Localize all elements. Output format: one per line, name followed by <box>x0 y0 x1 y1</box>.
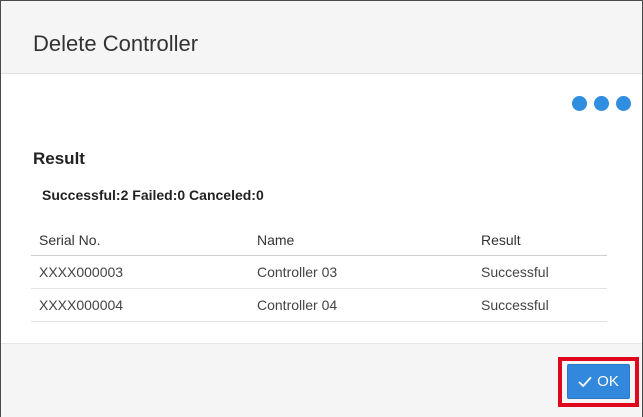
column-header-result: Result <box>473 225 607 256</box>
cell-serial: XXXX000003 <box>31 255 249 289</box>
result-table: Serial No. Name Result XXXX000003 Contro… <box>31 225 607 322</box>
loading-dot <box>594 96 609 111</box>
loading-dots-icon <box>572 96 631 111</box>
delete-controller-dialog: Delete Controller Result Successful:2 Fa… <box>0 0 643 417</box>
result-heading: Result <box>33 149 85 168</box>
dialog-footer <box>1 343 642 417</box>
table-row: XXXX000004 Controller 04 Successful <box>31 288 607 322</box>
loading-dot <box>616 96 631 111</box>
loading-dot <box>572 96 587 111</box>
cell-result: Successful <box>473 255 607 289</box>
ok-button-label: OK <box>597 373 619 390</box>
dialog-header: Delete Controller <box>1 1 642 74</box>
cell-name: Controller 03 <box>249 255 473 289</box>
check-icon <box>578 376 592 388</box>
table-row: XXXX000003 Controller 03 Successful <box>31 255 607 289</box>
table-header-row: Serial No. Name Result <box>31 225 607 256</box>
ok-button[interactable]: OK <box>567 364 630 399</box>
column-header-name: Name <box>249 225 473 256</box>
result-summary: Successful:2 Failed:0 Canceled:0 <box>42 187 264 203</box>
dialog-title: Delete Controller <box>33 31 199 56</box>
cell-name: Controller 04 <box>249 288 473 322</box>
cell-serial: XXXX000004 <box>31 288 249 322</box>
column-header-serial: Serial No. <box>31 225 249 256</box>
cell-result: Successful <box>473 288 607 322</box>
